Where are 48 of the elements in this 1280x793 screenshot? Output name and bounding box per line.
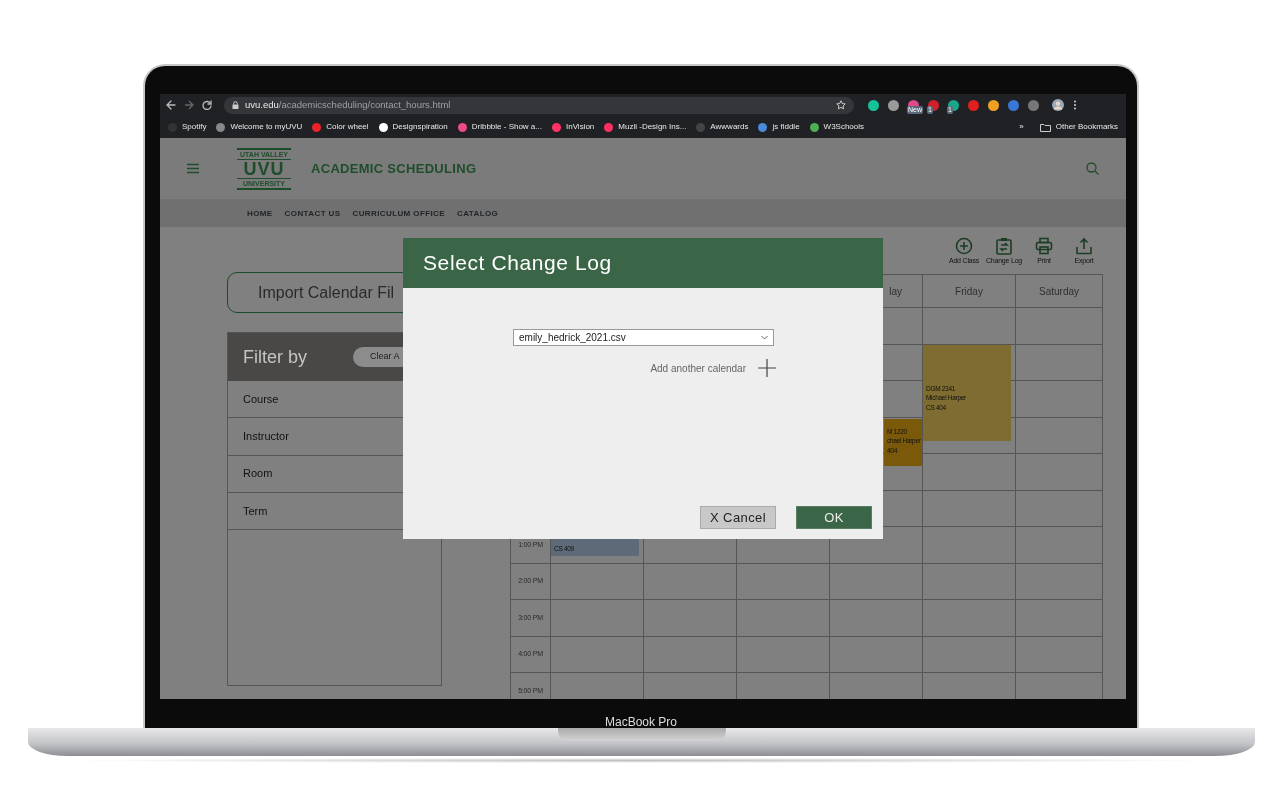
forward-icon[interactable] [184, 100, 194, 110]
extension-icon[interactable] [868, 99, 879, 111]
filter-title: Filter by [243, 345, 308, 369]
nav-link[interactable]: HOME [247, 207, 273, 220]
bookmark-link[interactable]: Color wheel [326, 121, 369, 133]
bookmark-link[interactable]: Designspiration [392, 121, 448, 133]
extension-icon[interactable] [1008, 99, 1019, 111]
bookmark-link[interactable]: InVision [566, 121, 595, 133]
clipboard-icon [995, 237, 1013, 255]
add-icon [955, 237, 973, 255]
extension-icon[interactable] [988, 99, 999, 111]
print-icon [1035, 237, 1053, 255]
other-bookmarks-link[interactable]: Other Bookmarks [1055, 121, 1118, 133]
logo-text: UVU [237, 158, 291, 179]
day-header: Friday [955, 284, 983, 299]
add-calendar-label: Add another calendar [650, 361, 746, 376]
bookmark-link[interactable]: Muzli -Design Ins... [618, 121, 687, 133]
nav-link[interactable]: CATALOG [457, 207, 499, 220]
export-icon [1075, 237, 1093, 255]
ok-button[interactable]: OK [796, 506, 872, 529]
file-select[interactable]: emily_hedrick_2021.csv [513, 329, 774, 346]
bookmark-link[interactable]: Welcome to myUVU [230, 121, 303, 133]
extension-icon[interactable] [968, 99, 979, 111]
bookmark-link[interactable]: Spotify [182, 121, 207, 133]
bookmark-link[interactable]: Dribbble - Show a... [471, 121, 542, 133]
overflow-chevron[interactable]: » [1019, 121, 1024, 133]
device-label: MacBook Pro [605, 714, 677, 730]
cancel-button[interactable]: X Cancel [700, 506, 776, 529]
reload-icon[interactable] [202, 100, 212, 110]
bookmark-link[interactable]: Awwwards [710, 121, 749, 133]
lock-icon [232, 101, 239, 109]
chevron-icon [761, 335, 768, 340]
nav-link[interactable]: CONTACT US [284, 207, 341, 220]
day-header: lay [889, 284, 902, 299]
avatar-icon[interactable] [1052, 99, 1064, 111]
menu-icon[interactable] [1073, 100, 1077, 110]
bookmark-link[interactable]: W3Schools [823, 121, 865, 133]
star-icon[interactable] [836, 100, 846, 110]
back-icon[interactable] [166, 100, 176, 110]
day-header: Saturday [1039, 284, 1079, 299]
address-bar[interactable]: uvu.edu/academicscheduling/contact_hours.html [224, 96, 854, 114]
extension-icon[interactable] [888, 99, 899, 111]
site-title: ACADEMIC SCHEDULING [311, 159, 477, 178]
nav-link[interactable]: CURRICULUM OFFICE [352, 207, 446, 220]
add-icon[interactable] [758, 359, 776, 377]
bookmark-link[interactable]: js fiddle [772, 121, 800, 133]
extension-icon[interactable] [1028, 99, 1039, 111]
folder-icon [1039, 122, 1051, 132]
